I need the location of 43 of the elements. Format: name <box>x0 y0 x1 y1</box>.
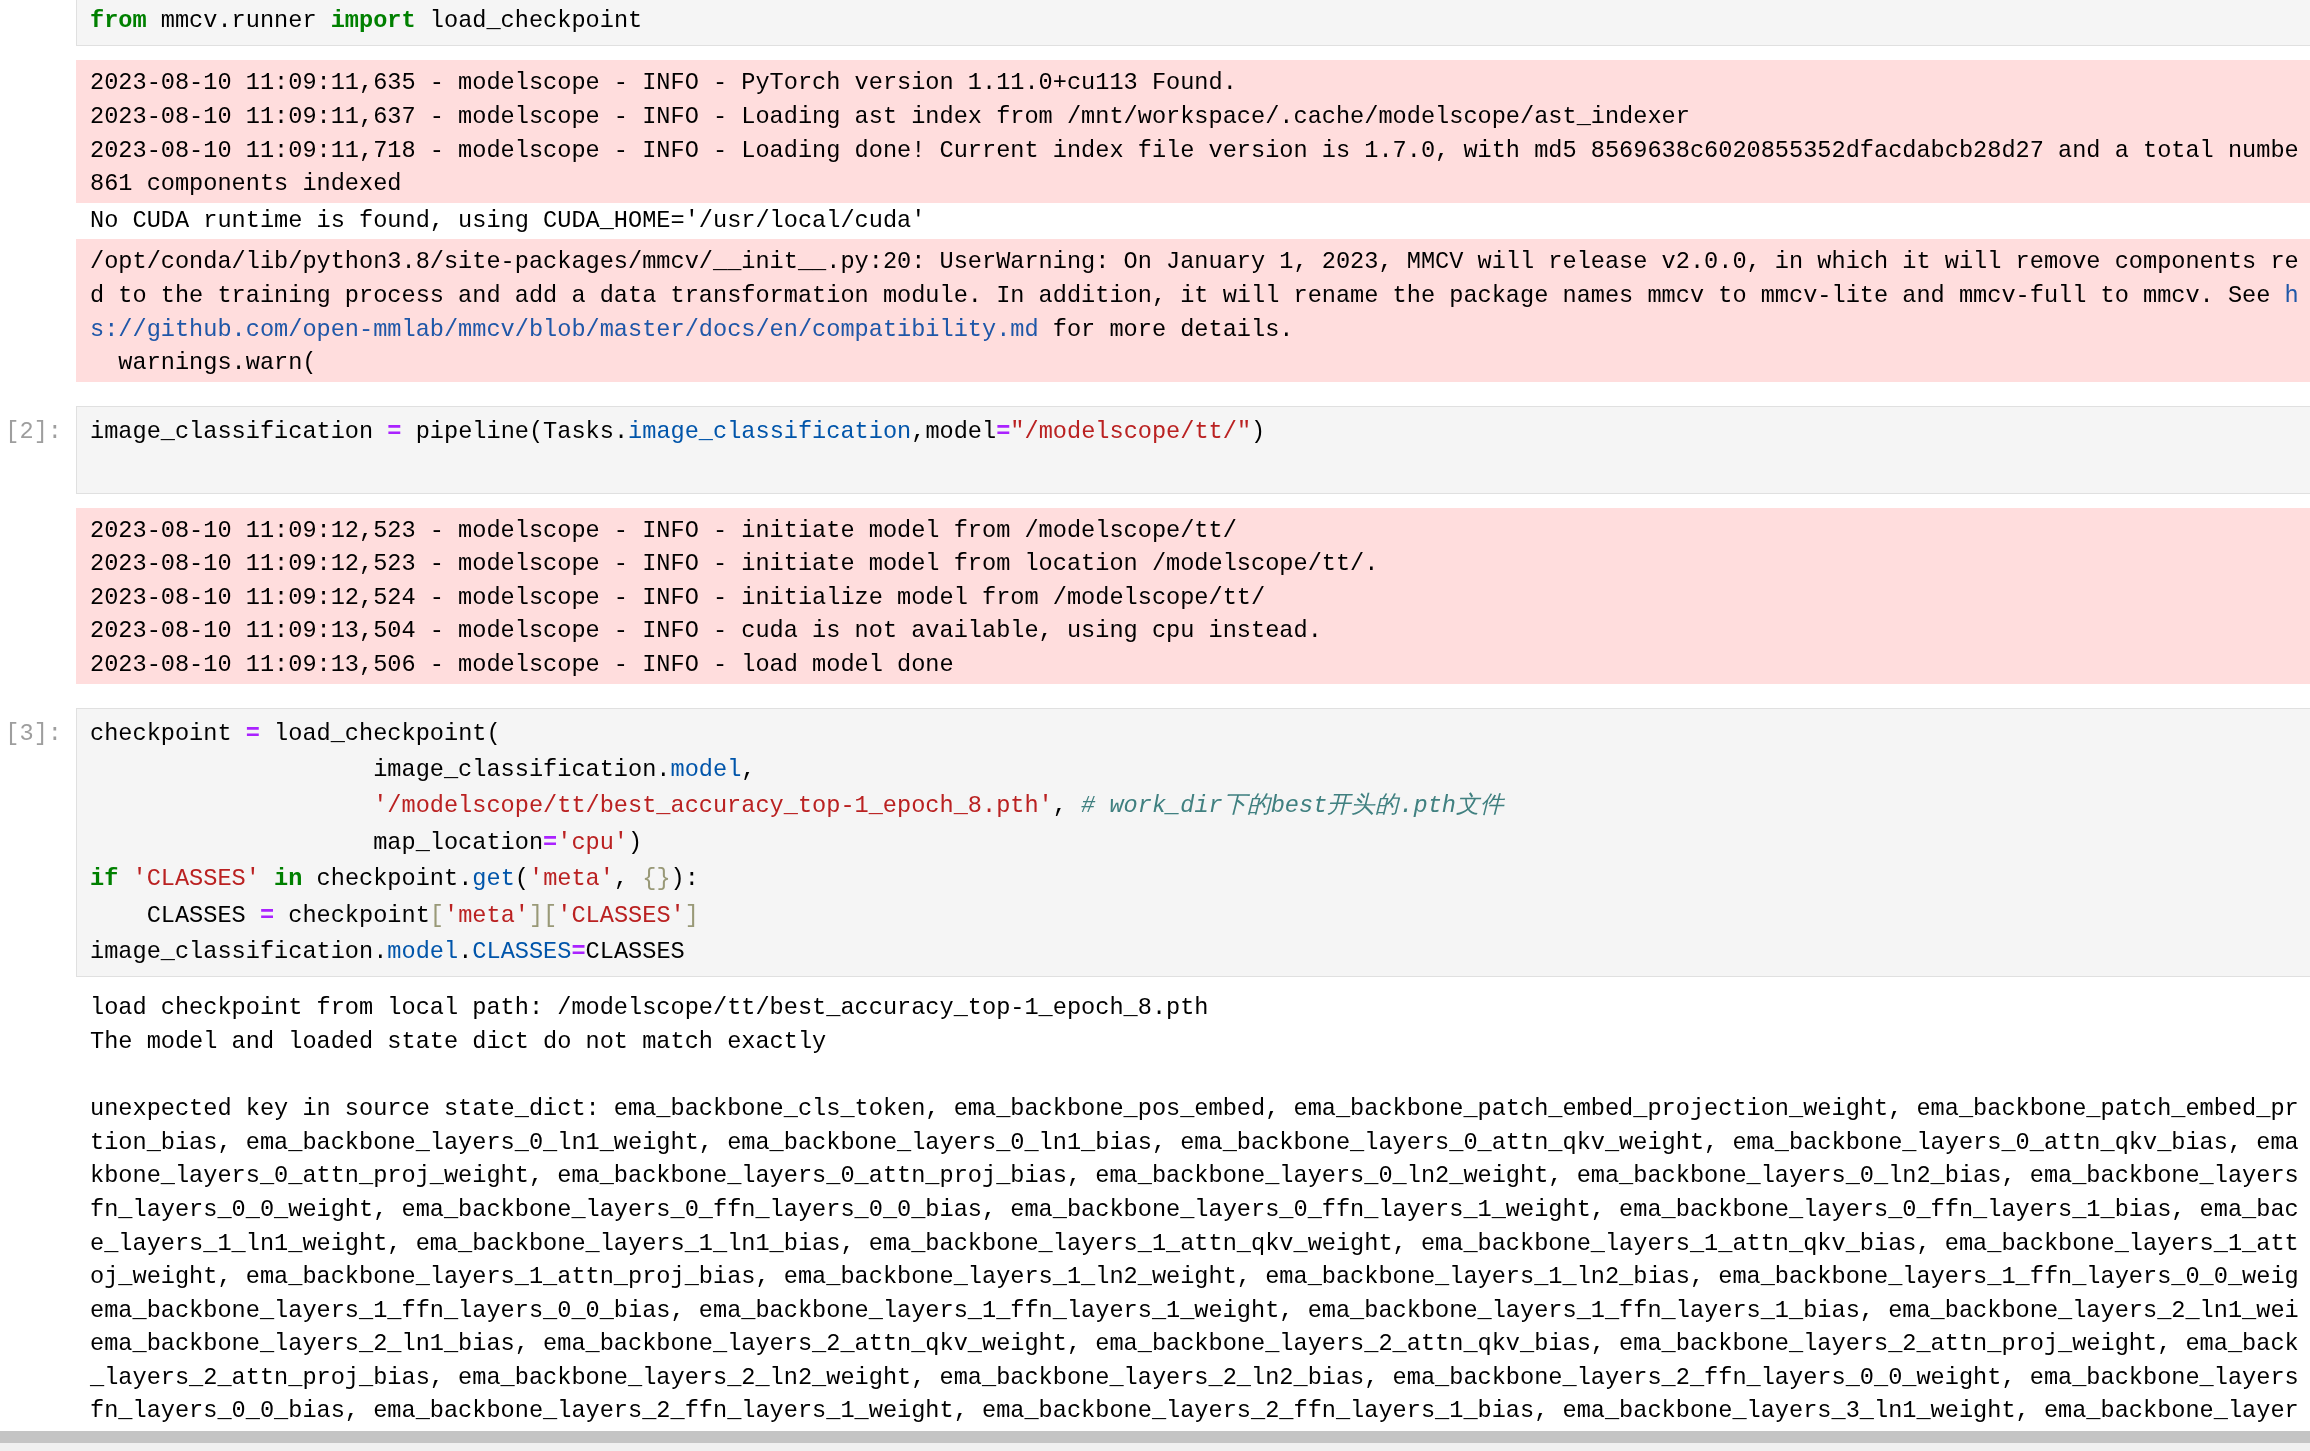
code-cell-editor[interactable] <box>76 707 2310 978</box>
output-line: No CUDA runtime is found, using CUDA_HOME='/usr/local/cuda' <box>90 207 926 235</box>
output-line: 2023-08-10 11:09:13,504 - modelscope - INFO - cuda is not available, using cpu instead. <box>90 617 1322 645</box>
output-line: The model and loaded state dict do not match exactly <box>90 1027 827 1055</box>
output-line: 2023-08-10 11:09:11,635 - modelscope - INFO - PyTorch version 1.11.0+cu113 Found. <box>90 69 1237 97</box>
output-line: s://github.com/open-mmlab/mmcv/blob/master/docs/en/compatibility.md for more details. <box>90 315 1294 343</box>
output-line: 2023-08-10 11:09:11,718 - modelscope - INFO - Loading done! Current index file version is 1.7.0, with md5 8569638c6020855352dfacdabcb28d27 and a total numbe <box>90 136 2299 164</box>
output-line: 861 components indexed <box>90 170 402 198</box>
input-prompt: [2]: <box>5 417 62 445</box>
output-line: ema_backbone_layers_1_ffn_layers_0_0_bias, ema_backbone_layers_1_ffn_layers_1_weight, ema_backbone_layers_1_ffn_layers_1_bias, ema_backbone_layers_2_ln1_wei <box>90 1296 2299 1324</box>
scrollbar-thumb[interactable] <box>0 1431 2310 1443</box>
output-line: 2023-08-10 11:09:13,506 - modelscope - INFO - load model done <box>90 650 954 678</box>
output-line: load checkpoint from local path: /modelscope/tt/best_accuracy_top-1_epoch_8.pth <box>90 994 1209 1022</box>
code-cell-editor[interactable]: image_classification = pipeline(Tasks.image_classification,model="/modelscope/tt/") <box>76 405 2310 494</box>
input-prompt: [3]: <box>5 719 62 747</box>
output-line: 2023-08-10 11:09:11,637 - modelscope - INFO - Loading ast index from /mnt/workspace/.cache/modelscope/ast_indexer <box>90 103 1690 130</box>
output-line: unexpected key in source state_dict: ema_backbone_cls_token, ema_backbone_pos_embed, ema_backbone_patch_embed_projection_weight, ema_backbone_patch_embed_pr <box>90 1095 2299 1123</box>
output-line: /opt/conda/lib/python3.8/site-packages/mmcv/__init__.py:20: UserWarning: On January 1, 2023, MMCV will release v2.0.0, in which it will remove components re <box>90 248 2299 276</box>
output-line: _layers_2_attn_proj_bias, ema_backbone_layers_2_ln2_weight, ema_backbone_layers_2_ln2_bias, ema_backbone_layers_2_ffn_layers_0_0_weight, ema_backbone_layers <box>90 1363 2299 1391</box>
code-line: checkpoint = load_checkpoint( <box>90 719 501 747</box>
code-line: from mmcv.runner import load_checkpoint <box>90 7 643 34</box>
output-line: 2023-08-10 11:09:12,523 - modelscope - INFO - initiate model from location /modelscope/tt/. <box>90 550 1379 578</box>
output-line: fn_layers_0_0_weight, ema_backbone_layers_0_ffn_layers_0_0_bias, ema_backbone_layers_0_ffn_layers_1_weight, ema_backbone_layers_0_ffn_layers_1_bias, ema_bac <box>90 1195 2299 1223</box>
code-line: image_classification.model, <box>373 755 756 783</box>
output-line: warnings.warn( <box>118 349 317 377</box>
output-line: e_layers_1_ln1_weight, ema_backbone_layers_1_ln1_bias, ema_backbone_layers_1_attn_qkv_weight, ema_backbone_layers_1_attn_qkv_bias, ema_backbone_layers_1_att <box>90 1229 2299 1257</box>
output-line: d to the training process and add a data transformation module. In addition, it will rename the package names mmcv to mmcv-lite and mmcv-full to mmcv. See h <box>90 281 2299 309</box>
code-line: image_classification.model.CLASSES=CLASSES <box>90 937 685 965</box>
code-cell-editor[interactable]: from mmcv.runner import load_checkpoint <box>76 0 2310 47</box>
code-line: if 'CLASSES' in checkpoint.get('meta', {}): <box>90 865 699 893</box>
output-line: tion_bias, ema_backbone_layers_0_ln1_weight, ema_backbone_layers_0_ln1_bias, ema_backbone_layers_0_attn_qkv_weight, ema_backbone_layers_0_attn_qkv_bias, ema <box>90 1128 2299 1156</box>
code-line: CLASSES = checkpoint['meta']['CLASSES'] <box>146 901 699 929</box>
output-line: 2023-08-10 11:09:12,524 - modelscope - INFO - initialize model from /modelscope/tt/ <box>90 583 1266 611</box>
code-line: '/modelscope/tt/best_accuracy_top-1_epoch_8.pth', # work_dir下的best开头的.pth文件 <box>373 792 1504 820</box>
output-line: 2023-08-10 11:09:12,523 - modelscope - INFO - initiate model from /modelscope/tt/ <box>90 516 1237 544</box>
output-line: ema_backbone_layers_2_ln1_bias, ema_backbone_layers_2_attn_qkv_weight, ema_backbone_layers_2_attn_qkv_bias, ema_backbone_layers_2_attn_proj_weight, ema_back <box>90 1330 2299 1358</box>
output-line: fn_layers_0_0_bias, ema_backbone_layers_2_ffn_layers_1_weight, ema_backbone_layers_2_ffn_layers_1_bias, ema_backbone_layers_3_ln1_weight, ema_backbone_layer <box>90 1397 2299 1425</box>
link[interactable]: h <box>2284 281 2299 309</box>
code-line: image_classification = pipeline(Tasks.image_classification,model="/modelscope/tt/") <box>90 417 1266 445</box>
output-line: oj_weight, ema_backbone_layers_1_attn_proj_bias, ema_backbone_layers_1_ln2_weight, ema_backbone_layers_1_ln2_bias, ema_backbone_layers_1_ffn_layers_0_0_weig <box>90 1263 2299 1291</box>
output-line: kbone_layers_0_attn_proj_weight, ema_backbone_layers_0_attn_proj_bias, ema_backbone_layers_0_ln2_weight, ema_backbone_layers_0_ln2_bias, ema_backbone_layers <box>90 1162 2299 1190</box>
code-line: map_location='cpu') <box>373 828 643 856</box>
link[interactable]: s://github.com/open-mmlab/mmcv/blob/master/docs/en/compatibility.md <box>90 315 1039 343</box>
